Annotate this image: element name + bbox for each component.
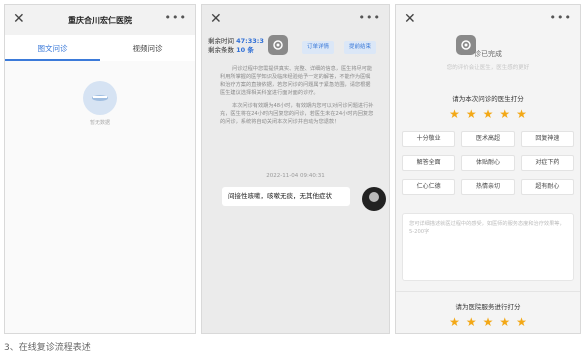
settings-icon[interactable] bbox=[268, 35, 288, 55]
screen-chat: ✕ ••• 剩余时间 47:33:3 剩余条数 10 条 订单详情 提前结束 问… bbox=[201, 4, 390, 334]
star-icon[interactable]: ★ bbox=[449, 316, 460, 328]
stage: ✕ 重庆合川宏仁医院 ••• 图文问诊 视频问诊 暂无数据 ✕ ••• 剩余时间… bbox=[0, 0, 585, 358]
rating-tag[interactable]: 十分敬业 bbox=[402, 131, 456, 147]
tag-grid: 十分敬业 医术高超 回复神速 解答全面 体贴耐心 对症下药 仁心仁德 热情亲切 … bbox=[402, 131, 574, 195]
empty-state-text: 暂无数据 bbox=[89, 120, 110, 126]
star-icon[interactable]: ★ bbox=[449, 108, 460, 120]
rating-tag[interactable]: 解答全面 bbox=[402, 155, 456, 171]
notice-paragraph: 问诊过程中您需提供真实、完整、详细的信息，医生将尽可能利用所掌握的医学知识及临床… bbox=[220, 66, 373, 96]
hospital-star-rating[interactable]: ★ ★ ★ ★ ★ bbox=[396, 316, 580, 328]
order-details-button[interactable]: 订单详情 bbox=[302, 41, 335, 54]
time-value: 47:33:3 bbox=[236, 37, 264, 45]
rating-tag[interactable]: 超有耐心 bbox=[520, 179, 574, 195]
chat-header: 剩余时间 47:33:3 剩余条数 10 条 订单详情 提前结束 bbox=[202, 33, 389, 61]
empty-state: 暂无数据 bbox=[5, 61, 195, 333]
top-bar: ✕ ••• bbox=[396, 5, 580, 35]
more-icon[interactable]: ••• bbox=[550, 11, 572, 24]
tab-text-consultation[interactable]: 图文问诊 bbox=[5, 35, 100, 61]
figure-caption: 3、在线复诊流程表述 bbox=[4, 343, 91, 353]
star-icon[interactable]: ★ bbox=[499, 316, 510, 328]
rating-tag[interactable]: 仁心仁德 bbox=[402, 179, 456, 195]
count-value: 10 条 bbox=[236, 46, 254, 54]
top-bar: ✕ 重庆合川宏仁医院 ••• bbox=[5, 5, 195, 35]
tab-bar: 图文问诊 视频问诊 bbox=[5, 35, 195, 61]
close-icon[interactable]: ✕ bbox=[404, 11, 416, 27]
rating-tag[interactable]: 热情亲切 bbox=[461, 179, 515, 195]
end-early-button[interactable]: 提前结束 bbox=[344, 41, 377, 54]
more-icon[interactable]: ••• bbox=[359, 11, 381, 24]
rating-tag[interactable]: 回复神速 bbox=[520, 131, 574, 147]
status-subtitle: 您的评价会让医生，医生感的更好 bbox=[446, 65, 530, 71]
notice-paragraph: 本次问诊有效期为48小时，有效期内您可以对问诊问题进行补充，医生将在24小时内回… bbox=[220, 103, 374, 125]
star-icon[interactable]: ★ bbox=[483, 108, 494, 120]
screen-consultation-list: ✕ 重庆合川宏仁医院 ••• 图文问诊 视频问诊 暂无数据 bbox=[4, 4, 196, 334]
star-icon[interactable]: ★ bbox=[499, 108, 510, 120]
time-label: 剩余时间 bbox=[208, 37, 234, 45]
rating-tag[interactable]: 医术高超 bbox=[461, 131, 515, 147]
divider bbox=[396, 291, 580, 292]
star-icon[interactable]: ★ bbox=[466, 108, 477, 120]
avatar bbox=[362, 187, 386, 211]
consultation-status: 诊已完成 bbox=[474, 50, 502, 58]
page-title: 重庆合川宏仁医院 bbox=[68, 15, 132, 25]
count-label: 剩余条数 bbox=[208, 46, 234, 54]
close-icon[interactable]: ✕ bbox=[210, 11, 222, 27]
remaining-info: 剩余时间 47:33:3 剩余条数 10 条 bbox=[208, 37, 264, 55]
rating-tag[interactable]: 对症下药 bbox=[520, 155, 574, 171]
close-icon[interactable]: ✕ bbox=[13, 11, 25, 27]
more-icon[interactable]: ••• bbox=[165, 11, 187, 24]
star-icon[interactable]: ★ bbox=[466, 316, 477, 328]
consultation-notice: 问诊过程中您需提供真实、完整、详细的信息，医生将尽可能利用所掌握的医学知识及临床… bbox=[220, 65, 375, 131]
screen-rating: ✕ ••• 诊已完成 您的评价会让医生，医生感的更好 请为本次问诊的医生打分 ★… bbox=[395, 4, 581, 334]
star-icon[interactable]: ★ bbox=[483, 316, 494, 328]
message-timestamp: 2022-11-04 09:40:31 bbox=[266, 173, 325, 179]
review-textarea[interactable]: 您可详细描述就医过程中的感受，如医师的服务态度和治疗效果等，5-200字 bbox=[402, 213, 574, 281]
empty-state-icon bbox=[83, 81, 117, 115]
hospital-rating-title: 请为医院服务进行打分 bbox=[455, 303, 521, 311]
message-bubble: 间接性咳嗽，咳嗽无痰，无其他症状 bbox=[222, 187, 350, 206]
top-bar: ✕ ••• bbox=[202, 5, 389, 35]
tab-video-consultation[interactable]: 视频问诊 bbox=[100, 35, 195, 61]
star-icon[interactable]: ★ bbox=[516, 108, 527, 120]
rating-tag[interactable]: 体贴耐心 bbox=[461, 155, 515, 171]
star-icon[interactable]: ★ bbox=[516, 316, 527, 328]
doctor-star-rating[interactable]: ★ ★ ★ ★ ★ bbox=[396, 108, 580, 120]
doctor-rating-title: 请为本次问诊的医生打分 bbox=[452, 95, 524, 103]
